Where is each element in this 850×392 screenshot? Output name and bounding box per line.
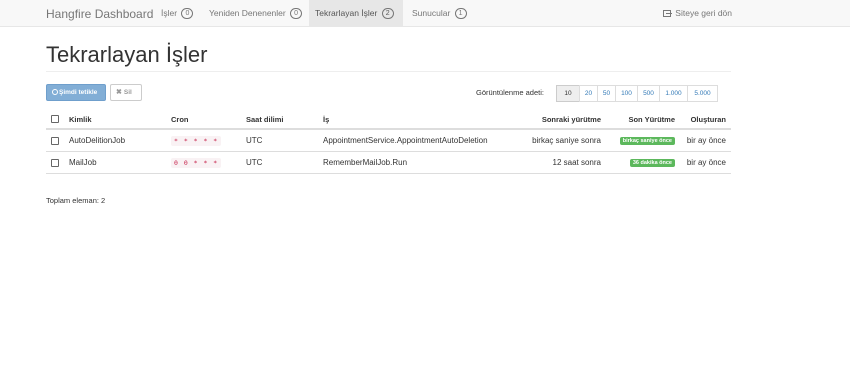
select-all-checkbox[interactable]: [51, 115, 59, 123]
nav-item-retries[interactable]: Yeniden Denenenler 0: [203, 0, 308, 27]
trigger-now-label: Şimdi tetikle: [59, 89, 98, 96]
job-method: RememberMailJob.Run: [323, 158, 408, 167]
last-execution-cell: birkaç saniye önce: [619, 130, 675, 151]
page-size-option[interactable]: 20: [579, 85, 598, 102]
trigger-now-button[interactable]: Şimdi tetikle: [46, 84, 106, 101]
page-size-option[interactable]: 10: [556, 85, 580, 102]
column-header: Oluşturan: [690, 114, 726, 124]
row-select-cell: [51, 130, 59, 151]
nav-item-label: Sunucular: [412, 8, 451, 18]
nav-item-label: Tekrarlayan İşler: [315, 8, 378, 18]
recurring-jobs-table: Kimlik Cron Saat dilimi İş Sonraki yürüt…: [46, 110, 731, 174]
job-id: MailJob: [69, 158, 97, 167]
column-header: Sonraki yürütme: [541, 114, 601, 124]
table-header-row: Kimlik Cron Saat dilimi İş Sonraki yürüt…: [46, 110, 731, 130]
page-size-selector: 10 20 50 100 500 1.000 5.000: [556, 85, 718, 102]
last-execution-badge[interactable]: 36 dakika önce: [629, 158, 675, 167]
column-header: Saat dilimi: [246, 114, 284, 124]
row-checkbox[interactable]: [51, 158, 59, 167]
table-row[interactable]: AutoDelitionJob * * * * * UTC Appointmen…: [46, 130, 731, 152]
last-execution-cell: 36 dakika önce: [629, 152, 675, 173]
nav-item-jobs[interactable]: İşler 0: [155, 0, 199, 27]
delete-button[interactable]: ✖ Sil: [110, 84, 142, 101]
play-circle-icon: [52, 89, 58, 95]
page-size-option[interactable]: 100: [615, 85, 638, 102]
total-count: Toplam eleman: 2: [46, 196, 106, 205]
next-execution: birkaç saniye sonra: [532, 136, 601, 145]
row-checkbox[interactable]: [51, 136, 59, 145]
cron-expression: 0 0 * * *: [171, 157, 222, 168]
last-execution-badge[interactable]: birkaç saniye önce: [619, 136, 675, 145]
nav-item-label: İşler: [161, 8, 178, 18]
row-select-cell: [51, 152, 59, 173]
delete-label: Sil: [123, 89, 132, 96]
count-badge: 2: [381, 8, 394, 19]
page-size-label: Görüntülenme adeti:: [476, 88, 544, 97]
nav-item-servers[interactable]: Sunucular 1: [406, 0, 473, 27]
column-header: Kimlik: [69, 114, 92, 124]
remove-icon: ✖: [116, 89, 122, 96]
job-method: AppointmentService.AppointmentAutoDeleti…: [323, 136, 488, 145]
column-header: İş: [323, 114, 330, 124]
page-title: Tekrarlayan İşler: [46, 42, 208, 67]
page-size-option[interactable]: 5.000: [687, 85, 718, 102]
count-badge: 1: [454, 8, 467, 19]
count-badge: 0: [290, 8, 303, 19]
column-header: Cron: [171, 114, 189, 124]
back-to-site-link[interactable]: Siteye geri dön: [662, 0, 732, 27]
created-at: bir ay önce: [686, 158, 726, 167]
page-size-option[interactable]: 500: [637, 85, 660, 102]
table-row[interactable]: MailJob 0 0 * * * UTC RememberMailJob.Ru…: [46, 152, 731, 174]
page-size-option[interactable]: 1.000: [659, 85, 688, 102]
next-execution: 12 saat sonra: [552, 158, 601, 167]
page-size-option[interactable]: 50: [597, 85, 616, 102]
timezone: UTC: [246, 136, 263, 145]
sign-out-icon: [662, 10, 672, 17]
nav-item-label: Yeniden Denenenler: [209, 8, 286, 18]
title-divider: [46, 71, 731, 72]
created-at: bir ay önce: [686, 136, 726, 145]
select-all-cell: [51, 110, 59, 128]
nav-item-recurring-jobs[interactable]: Tekrarlayan İşler 2: [309, 0, 403, 27]
cron-cell: * * * * *: [171, 130, 222, 151]
brand-link[interactable]: Hangfire Dashboard: [46, 7, 153, 21]
top-navbar: Hangfire Dashboard İşler 0 Yeniden Denen…: [0, 0, 850, 27]
cron-cell: 0 0 * * *: [171, 152, 222, 173]
job-id: AutoDelitionJob: [69, 136, 126, 145]
cron-expression: * * * * *: [171, 135, 222, 146]
timezone: UTC: [246, 158, 263, 167]
back-to-site-label: Siteye geri dön: [675, 8, 732, 18]
column-header: Son Yürütme: [628, 114, 675, 124]
count-badge: 0: [181, 8, 194, 19]
